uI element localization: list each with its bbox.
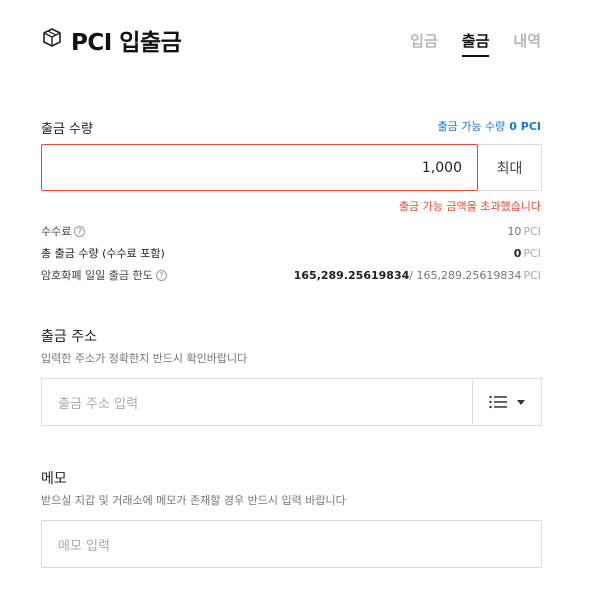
limit-total: / 165,289.25619834 <box>409 268 522 282</box>
limit-unit: PCI <box>523 268 541 282</box>
limit-row: 암호화폐 일일 출금 한도 ? 165,289.25619834/ 165,28… <box>41 266 541 284</box>
fee-label-wrap: 수수료 ? <box>41 223 86 239</box>
box-logo-icon <box>43 28 61 47</box>
address-input[interactable]: 출금 주소 입력 <box>41 378 473 426</box>
list-icon <box>489 395 507 409</box>
amount-input[interactable]: 1,000 <box>41 144 478 191</box>
available-value: 0 PCI <box>509 120 541 133</box>
page-title: PCI 입출금 <box>71 30 182 56</box>
memo-placeholder: 메모 입력 <box>58 538 110 554</box>
tab-withdraw[interactable]: 출금 <box>461 30 490 57</box>
amount-error: 출금 가능 금액을 초과했습니다 <box>398 200 541 213</box>
fee-value-wrap: 10 PCI <box>507 225 541 238</box>
amount-value: 1,000 <box>421 159 462 176</box>
fee-row: 수수료 ? 10 PCI <box>41 222 541 240</box>
memo-input[interactable]: 메모 입력 <box>41 520 542 568</box>
available-label: 출금 가능 수량 <box>437 120 506 133</box>
total-label: 총 출금 수량 (수수료 포함) <box>41 247 165 260</box>
fee-value: 10 <box>507 224 522 238</box>
caret-down-icon <box>517 399 525 405</box>
total-value-wrap: 0 PCI <box>514 247 541 260</box>
memo-title: 메모 <box>41 471 67 487</box>
memo-desc: 받으실 지갑 및 거래소에 메모가 존재할 경우 반드시 입력 바랍니다 <box>41 494 346 507</box>
max-button[interactable]: 최대 <box>478 144 542 191</box>
fee-label: 수수료 <box>41 225 72 238</box>
help-icon[interactable]: ? <box>155 269 167 281</box>
limit-used: 165,289.25619834 <box>293 268 410 282</box>
total-value: 0 <box>513 246 522 260</box>
help-icon[interactable]: ? <box>74 225 86 237</box>
total-row: 총 출금 수량 (수수료 포함) 0 PCI <box>41 244 541 262</box>
tab-deposit[interactable]: 입금 <box>410 30 438 57</box>
address-desc: 입력한 주소가 정확한지 반드시 확인바랍니다 <box>41 352 248 365</box>
address-title: 출금 주소 <box>41 329 97 345</box>
total-unit: PCI <box>523 246 541 260</box>
available-amount: 출금 가능 수량 0 PCI <box>438 118 541 134</box>
amount-label: 출금 수량 <box>41 122 93 137</box>
tab-history[interactable]: 내역 <box>513 30 541 57</box>
limit-label: 암호화폐 일일 출금 한도 <box>41 269 153 282</box>
tabs: 입금 출금 내역 <box>410 30 541 57</box>
address-placeholder: 출금 주소 입력 <box>58 396 139 412</box>
address-book-dropdown[interactable] <box>472 378 542 426</box>
limit-value-wrap: 165,289.25619834/ 165,289.25619834 PCI <box>294 269 541 282</box>
fee-unit: PCI <box>523 224 541 238</box>
limit-label-wrap: 암호화폐 일일 출금 한도 ? <box>41 267 167 283</box>
header: PCI 입출금 입금 출금 내역 <box>41 22 541 58</box>
